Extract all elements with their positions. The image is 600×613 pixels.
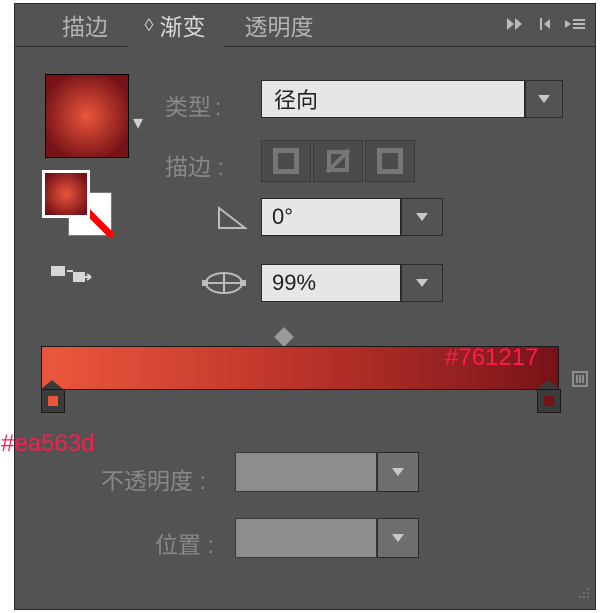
position-dropdown-button [377,518,419,558]
type-field[interactable]: 径向 [261,80,525,118]
annotation-right-color: #761217 [445,344,538,372]
stroke-label: 描边 : [165,148,224,182]
panel-menu-icon[interactable] [563,12,587,36]
type-dropdown[interactable]: 径向 [261,80,563,118]
fill-stroke-swatches[interactable] [42,170,122,240]
angle-dropdown[interactable]: 0° [261,198,443,236]
gradient-preview-swatch[interactable] [45,74,129,158]
tab-transparency[interactable]: 透明度 [225,4,333,46]
stroke-align-across[interactable] [365,140,415,182]
panel-body: ▾ 类型: 径向 描边 : [15,48,595,609]
delete-stop-icon[interactable] [571,368,589,394]
chevron-down-icon [416,213,428,221]
collapse-icon[interactable] [533,12,557,36]
position-dropdown [235,518,419,558]
position-field [235,518,377,558]
annotation-left-color: #ea563d [1,430,94,458]
opacity-dropdown-button [377,452,419,492]
opacity-label: 不透明度 : [101,462,206,496]
tab-gradient[interactable]: ◊ 渐变 [127,4,223,46]
chevron-down-icon [538,95,550,103]
panel-header: 描边 ◊ 渐变 透明度 [15,4,595,46]
opacity-field [235,452,377,492]
unsaved-dot-icon: ◊ [145,15,154,36]
fast-forward-icon[interactable] [503,12,527,36]
chevron-down-icon [416,279,428,287]
angle-icon [215,204,249,237]
stroke-align-group [261,140,415,182]
aspect-ratio-icon [201,268,247,303]
type-dropdown-button[interactable] [525,80,563,118]
gradient-stop-right[interactable] [537,388,559,416]
gradient-panel: 描边 ◊ 渐变 透明度 ▾ [14,3,596,610]
aspect-field[interactable]: 99% [261,264,401,302]
stroke-align-within[interactable] [261,140,311,182]
resize-grip-icon[interactable] [575,584,591,605]
angle-field[interactable]: 0° [261,198,401,236]
gradient-stop-left[interactable] [41,388,63,416]
fill-swatch[interactable] [42,170,90,218]
aspect-dropdown-button[interactable] [401,264,443,302]
chevron-down-icon [392,468,404,476]
opacity-dropdown [235,452,419,492]
position-label: 位置 : [155,526,214,560]
midpoint-handle[interactable] [274,327,294,347]
type-label: 类型: [165,88,221,122]
aspect-dropdown[interactable]: 99% [261,264,443,302]
reverse-gradient-icon[interactable] [51,262,95,291]
stroke-align-along[interactable] [313,140,363,182]
chevron-down-icon [392,534,404,542]
gradient-swatch-menu-icon[interactable]: ▾ [133,110,143,135]
angle-dropdown-button[interactable] [401,198,443,236]
tab-stroke[interactable]: 描边 [45,4,125,46]
